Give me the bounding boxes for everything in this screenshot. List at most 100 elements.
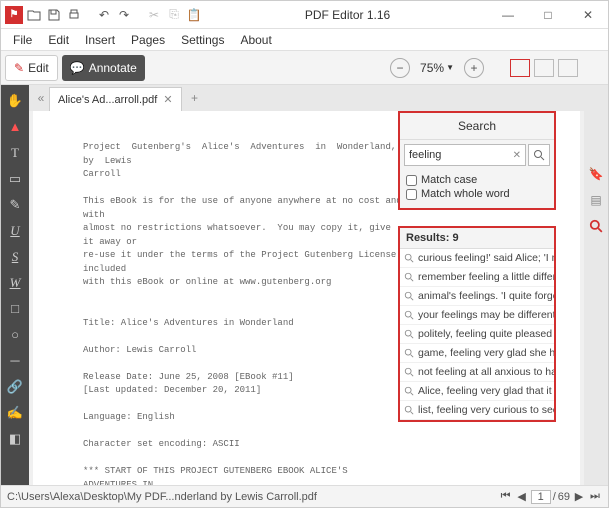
line-icon[interactable]: ─ — [3, 349, 27, 373]
eraser-icon[interactable]: ◧ — [3, 427, 27, 451]
strike-icon[interactable]: S — [3, 245, 27, 269]
last-page-icon[interactable]: ⏭ — [588, 490, 602, 503]
results-count: Results: 9 — [400, 228, 554, 249]
next-page-icon[interactable]: ▶ — [572, 490, 586, 503]
first-page-icon[interactable]: ⏮ — [499, 490, 513, 503]
main-area: ✋▲T▭✎USW□○─🔗✍◧ « Alice's Ad...arroll.pdf… — [1, 85, 608, 485]
search-result-item[interactable]: remember feeling a little differ... — [400, 268, 554, 287]
search-input[interactable]: feeling ✕ — [404, 144, 526, 166]
right-rail: 🔖 ▤ — [584, 85, 608, 485]
menu-about[interactable]: About — [234, 31, 277, 49]
copy-icon[interactable]: ⎘ — [165, 6, 183, 24]
magnifier-icon — [404, 348, 414, 358]
magnifier-icon — [404, 310, 414, 320]
paste-icon[interactable]: 📋 — [185, 6, 203, 24]
content-area: « Alice's Ad...arroll.pdf ✕ + Project Gu… — [29, 85, 584, 485]
file-path: C:\Users\Alexa\Desktop\My PDF...nderland… — [7, 491, 499, 503]
search-result-item[interactable]: Alice, feeling very glad that it ... — [400, 382, 554, 401]
toolbar: ✎ Edit 💬 Annotate − 75%▼ + — [1, 51, 608, 85]
hand-icon[interactable]: ✋ — [3, 89, 27, 113]
minimize-button[interactable]: — — [488, 1, 528, 29]
match-whole-checkbox[interactable]: Match whole word — [406, 188, 548, 200]
search-result-item[interactable]: curious feeling!' said Alice; 'I m... — [400, 249, 554, 268]
open-icon[interactable] — [25, 6, 43, 24]
circle-icon[interactable]: ○ — [3, 323, 27, 347]
zoom-out-button[interactable]: − — [390, 58, 410, 78]
search-result-item[interactable]: not feeling at all anxious to ha... — [400, 363, 554, 382]
pen-icon[interactable]: ✎ — [3, 193, 27, 217]
text-icon[interactable]: T — [3, 141, 27, 165]
search-title: Search — [400, 113, 554, 140]
magnifier-icon — [404, 386, 414, 396]
clear-search-icon[interactable]: ✕ — [513, 150, 521, 161]
save-icon[interactable] — [45, 6, 63, 24]
annotate-label: Annotate — [89, 61, 137, 75]
menu-insert[interactable]: Insert — [79, 31, 121, 49]
close-button[interactable]: ✕ — [568, 1, 608, 29]
menu-settings[interactable]: Settings — [175, 31, 230, 49]
menu-file[interactable]: File — [7, 31, 38, 49]
document-tab[interactable]: Alice's Ad...arroll.pdf ✕ — [49, 87, 182, 111]
wavy-icon[interactable]: W — [3, 271, 27, 295]
search-result-item[interactable]: game, feeling very glad she ha... — [400, 344, 554, 363]
zoom-in-button[interactable]: + — [464, 58, 484, 78]
magnifier-icon — [404, 329, 414, 339]
rect-icon[interactable]: □ — [3, 297, 27, 321]
single-page-icon[interactable] — [510, 59, 530, 77]
speech-icon: 💬 — [70, 61, 85, 75]
view-mode-icons — [510, 59, 578, 77]
continuous-icon[interactable] — [558, 59, 578, 77]
redo-icon[interactable]: ↷ — [115, 6, 133, 24]
edit-label: Edit — [28, 61, 49, 75]
app-logo: ⚑ — [5, 6, 23, 24]
zoom-value[interactable]: 75%▼ — [416, 61, 458, 75]
bookmarks-icon[interactable]: 🔖 — [587, 165, 605, 183]
search-result-item[interactable]: politely, feeling quite pleased t... — [400, 325, 554, 344]
menu-edit[interactable]: Edit — [42, 31, 75, 49]
document-text: Project Gutenberg's Alice's Adventures i… — [33, 111, 433, 485]
undo-icon[interactable]: ↶ — [95, 6, 113, 24]
search-results-panel: Results: 9 curious feeling!' said Alice;… — [398, 226, 556, 422]
search-go-button[interactable] — [528, 144, 550, 166]
edit-mode-button[interactable]: ✎ Edit — [5, 55, 58, 81]
tab-scroll-left-icon[interactable]: « — [33, 91, 49, 105]
cut-icon[interactable]: ✂ — [145, 6, 163, 24]
magnifier-icon — [404, 405, 414, 415]
magnifier-icon — [404, 291, 414, 301]
search-result-item[interactable]: animal's feelings. 'I quite forgo... — [400, 287, 554, 306]
annotate-mode-button[interactable]: 💬 Annotate — [62, 55, 145, 81]
match-case-checkbox[interactable]: Match case — [406, 174, 548, 186]
tab-close-icon[interactable]: ✕ — [163, 93, 172, 106]
search-result-item[interactable]: your feelings may be different,... — [400, 306, 554, 325]
search-result-item[interactable]: list, feeling very curious to see ... — [400, 401, 554, 420]
new-tab-icon[interactable]: + — [186, 89, 204, 107]
menu-pages[interactable]: Pages — [125, 31, 171, 49]
pointer-icon[interactable]: ▲ — [3, 115, 27, 139]
two-page-icon[interactable] — [534, 59, 554, 77]
link-icon[interactable]: 🔗 — [3, 375, 27, 399]
print-icon[interactable] — [65, 6, 83, 24]
magnifier-icon — [404, 272, 414, 282]
quick-access-toolbar: ⚑ ↶ ↷ ✂ ⎘ 📋 — [1, 6, 207, 24]
page-current[interactable]: 1 — [531, 490, 551, 504]
document-tabbar: « Alice's Ad...arroll.pdf ✕ + — [29, 85, 584, 111]
search-panel: Search feeling ✕ Match case Match whole … — [398, 111, 556, 210]
page-total: 69 — [558, 491, 570, 503]
statusbar: C:\Users\Alexa\Desktop\My PDF...nderland… — [1, 485, 608, 507]
search-rail-icon[interactable] — [587, 217, 605, 235]
window-controls: — □ ✕ — [488, 1, 608, 29]
image-icon[interactable]: ▭ — [3, 167, 27, 191]
magnifier-icon — [404, 253, 414, 263]
window-title: PDF Editor 1.16 — [207, 8, 488, 22]
sign-icon[interactable]: ✍ — [3, 401, 27, 425]
underline-icon[interactable]: U — [3, 219, 27, 243]
maximize-button[interactable]: □ — [528, 1, 568, 29]
prev-page-icon[interactable]: ◀ — [515, 490, 529, 503]
page-viewport[interactable]: Project Gutenberg's Alice's Adventures i… — [33, 111, 580, 485]
search-query: feeling — [409, 149, 441, 161]
page-navigator: ⏮ ◀ 1 / 69 ▶ ⏭ — [499, 490, 602, 504]
thumbnails-icon[interactable]: ▤ — [587, 191, 605, 209]
menubar: FileEditInsertPagesSettingsAbout — [1, 29, 608, 51]
magnifier-icon — [533, 149, 545, 161]
left-toolbar: ✋▲T▭✎USW□○─🔗✍◧ — [1, 85, 29, 485]
